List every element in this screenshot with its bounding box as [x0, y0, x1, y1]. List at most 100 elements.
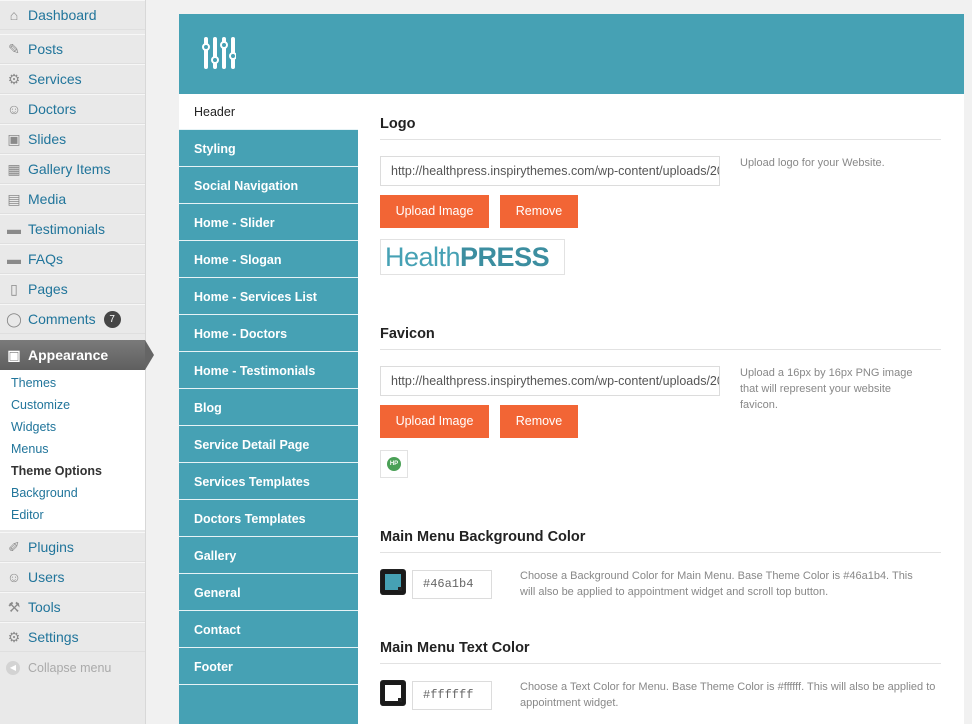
tab-home-slider[interactable]: Home - Slider	[179, 205, 358, 241]
menu-item-plugins[interactable]: ✐ Plugins	[0, 532, 145, 562]
comment-count-badge: 7	[103, 310, 121, 328]
logo-title: Logo	[380, 116, 416, 132]
admin-menu: ⌂ Dashboard ✎ Posts ⚙ Services ☺ Doctors ▣ Slides…	[0, 0, 154, 724]
menu-bg-title: Main Menu Background Color	[380, 529, 586, 545]
menu-item-label: Gallery Items	[28, 161, 111, 177]
favicon-url-input[interactable]: http://healthpress.inspirythemes.com/wp-…	[380, 366, 720, 396]
tab-home-slogan[interactable]: Home - Slogan	[179, 242, 358, 278]
menu-item-label: Posts	[28, 41, 64, 57]
menu-bg-color-input[interactable]: #46a1b4	[412, 570, 492, 599]
submenu-item-theme-options[interactable]: Theme Options	[11, 464, 102, 478]
menu-item-media[interactable]: ▤ Media	[0, 184, 145, 214]
menu-item-label: Comments	[28, 311, 96, 327]
tab-contact[interactable]: Contact	[179, 612, 358, 648]
tab-styling[interactable]: Styling	[179, 131, 358, 167]
tab-footer[interactable]: Footer	[179, 649, 358, 685]
logo-upload-button[interactable]: Upload Image	[380, 195, 489, 228]
tab-header[interactable]: Header	[179, 94, 358, 130]
tab-home-doctors[interactable]: Home - Doctors	[179, 316, 358, 352]
menu-item-settings[interactable]: ⚙ Settings	[0, 622, 145, 652]
menu-item-gallery-items[interactable]: ▦ Gallery Items	[0, 154, 145, 184]
tab-doctors-templates[interactable]: Doctors Templates	[179, 501, 358, 537]
menu-item-label: Pages	[28, 281, 68, 297]
dashboard-icon: ⌂	[9, 7, 19, 23]
submenu-item-editor[interactable]: Editor	[11, 508, 44, 522]
submenu-item-widgets[interactable]: Widgets	[11, 420, 56, 434]
divider	[380, 663, 941, 664]
tab-home-services-list[interactable]: Home - Services List	[179, 279, 358, 315]
collapse-label: Collapse menu	[28, 661, 112, 675]
users-icon: ☺	[6, 569, 22, 585]
menu-item-testimonials[interactable]: ▬ Testimonials	[0, 214, 145, 244]
menu-item-label: Slides	[28, 131, 67, 147]
options-tabs: Header Styling Social Navigation Home - Sli…	[179, 94, 358, 724]
menu-text-help: Choose a Text Color for Menu. Base Theme…	[520, 681, 936, 709]
submenu-item-menus[interactable]: Menus	[11, 442, 49, 456]
appearance-submenu: Themes Customize Widgets Menus Theme Options…	[0, 370, 145, 530]
pin-icon: ✎	[8, 41, 20, 57]
gear-icon: ⚙	[7, 71, 21, 87]
menu-item-dashboard[interactable]: ⌂ Dashboard	[0, 0, 145, 30]
collapse-menu-button[interactable]: ◀ Collapse menu	[6, 661, 111, 675]
favicon-upload-button[interactable]: Upload Image	[380, 405, 489, 438]
menu-item-posts[interactable]: ✎ Posts	[0, 34, 145, 64]
menu-item-label: Doctors	[28, 101, 77, 117]
menu-item-tools[interactable]: ⚒ Tools	[0, 592, 145, 622]
sliders-icon	[202, 37, 236, 69]
grid-icon: ▦	[7, 161, 21, 177]
comment-icon: ▬	[7, 251, 21, 267]
divider	[380, 349, 941, 350]
menu-item-label: Media	[28, 191, 67, 207]
menu-item-users[interactable]: ☺ Users	[0, 562, 145, 592]
tab-gallery[interactable]: Gallery	[179, 538, 358, 574]
menu-item-faqs[interactable]: ▬ FAQs	[0, 244, 145, 274]
panel-header	[179, 14, 964, 94]
menu-item-label: Settings	[28, 629, 79, 645]
menu-item-slides[interactable]: ▣ Slides	[0, 124, 145, 154]
menu-item-label: Plugins	[28, 539, 74, 555]
current-arrow	[145, 340, 154, 370]
menu-text-color-swatch[interactable]	[380, 680, 406, 706]
menu-item-label: Tools	[28, 599, 61, 615]
submenu-item-customize[interactable]: Customize	[11, 398, 70, 412]
menu-item-label: FAQs	[28, 251, 64, 267]
divider	[380, 552, 941, 553]
menu-item-appearance[interactable]: ▣ Appearance	[0, 340, 154, 370]
tab-service-detail-page[interactable]: Service Detail Page	[179, 427, 358, 463]
menu-item-pages[interactable]: ▯ Pages	[0, 274, 145, 304]
tab-blog[interactable]: Blog	[179, 390, 358, 426]
menu-item-label: Services	[28, 71, 82, 87]
tab-social-navigation[interactable]: Social Navigation	[179, 168, 358, 204]
pages-icon: ▯	[10, 281, 18, 297]
menu-bg-color-swatch[interactable]	[380, 569, 406, 595]
appearance-icon: ▣	[7, 347, 21, 363]
logo-url-input[interactable]: http://healthpress.inspirythemes.com/wp-…	[380, 156, 720, 186]
tab-services-templates[interactable]: Services Templates	[179, 464, 358, 500]
users-icon: ☺	[6, 101, 22, 117]
favicon-remove-button[interactable]: Remove	[500, 405, 578, 438]
theme-options-panel: Header Styling Social Navigation Home - Sli…	[179, 14, 964, 724]
submenu-item-themes[interactable]: Themes	[11, 376, 56, 390]
submenu-item-background[interactable]: Background	[11, 486, 78, 500]
favicon-title: Favicon	[380, 326, 435, 342]
favicon-help: Upload a 16px by 16px PNG image that wil…	[740, 367, 913, 411]
logo-remove-button[interactable]: Remove	[500, 195, 578, 228]
menu-item-label: Users	[28, 569, 65, 585]
speech-bubble-icon: ◯	[6, 311, 22, 327]
media-icon: ▤	[7, 191, 21, 207]
settings-icon: ⚙	[7, 629, 21, 645]
tab-general[interactable]: General	[179, 575, 358, 611]
menu-item-services[interactable]: ⚙ Services	[0, 64, 145, 94]
logo-preview: HealthPRESS	[380, 239, 565, 275]
divider	[380, 139, 941, 140]
image-icon: ▣	[7, 131, 21, 147]
plug-icon: ✐	[8, 539, 20, 555]
menu-item-doctors[interactable]: ☺ Doctors	[0, 94, 145, 124]
favicon-preview: HP	[380, 450, 408, 478]
menu-item-comments[interactable]: ◯ Comments 7	[0, 304, 145, 334]
menu-text-title: Main Menu Text Color	[380, 640, 530, 656]
menu-text-color-input[interactable]: #ffffff	[412, 681, 492, 710]
tab-home-testimonials[interactable]: Home - Testimonials	[179, 353, 358, 389]
menu-item-label: Appearance	[28, 347, 109, 363]
logo-help: Upload logo for your Website.	[740, 157, 885, 169]
